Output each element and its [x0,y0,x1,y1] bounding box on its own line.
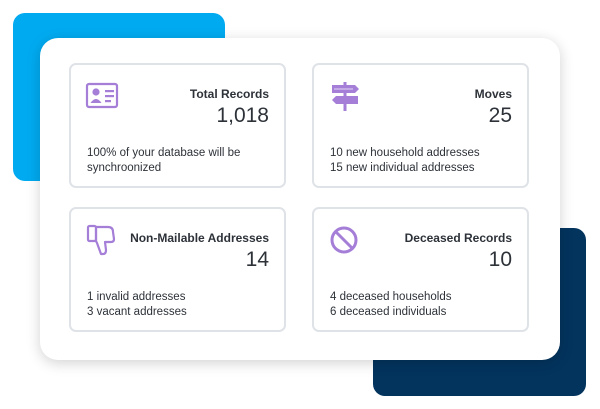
description-line: 3 vacant addresses [87,306,187,318]
card-description: 4 deceased households 6 deceased individ… [330,290,520,320]
card-description: 10 new household addresses 15 new indivi… [330,146,520,176]
card-title: Total Records [189,87,269,101]
non-mailable-addresses-card: Non-Mailable Addresses 14 1 invalid addr… [69,207,286,332]
description-line: 4 deceased households [330,291,452,303]
card-title: Deceased Records [404,231,512,245]
thumbs-down-icon [85,223,119,257]
card-title: Moves [474,87,512,101]
total-records-card: Total Records 1,018 100% of your databas… [69,63,286,188]
card-value: 10 [488,248,512,271]
card-value: 1,018 [216,104,269,127]
description-line: 15 new individual addresses [330,162,475,174]
prohibited-icon [328,223,362,257]
card-value: 25 [488,104,512,127]
description-line: 10 new household addresses [330,147,480,159]
description-line: synchroonized [87,162,162,174]
signpost-icon [328,79,362,113]
card-title: Non-Mailable Addresses [130,231,269,245]
deceased-records-card: Deceased Records 10 4 deceased household… [312,207,529,332]
card-description: 1 invalid addresses 3 vacant addresses [87,290,277,320]
description-line: 6 deceased individuals [330,306,447,318]
card-description: 100% of your database will be synchrooni… [87,146,277,176]
description-line: 1 invalid addresses [87,291,186,303]
description-line: 100% of your database will be [87,147,241,159]
summary-panel: Total Records 1,018 100% of your databas… [40,38,560,360]
card-value: 14 [245,248,269,271]
moves-card: Moves 25 10 new household addresses 15 n… [312,63,529,188]
id-card-icon [85,79,119,113]
